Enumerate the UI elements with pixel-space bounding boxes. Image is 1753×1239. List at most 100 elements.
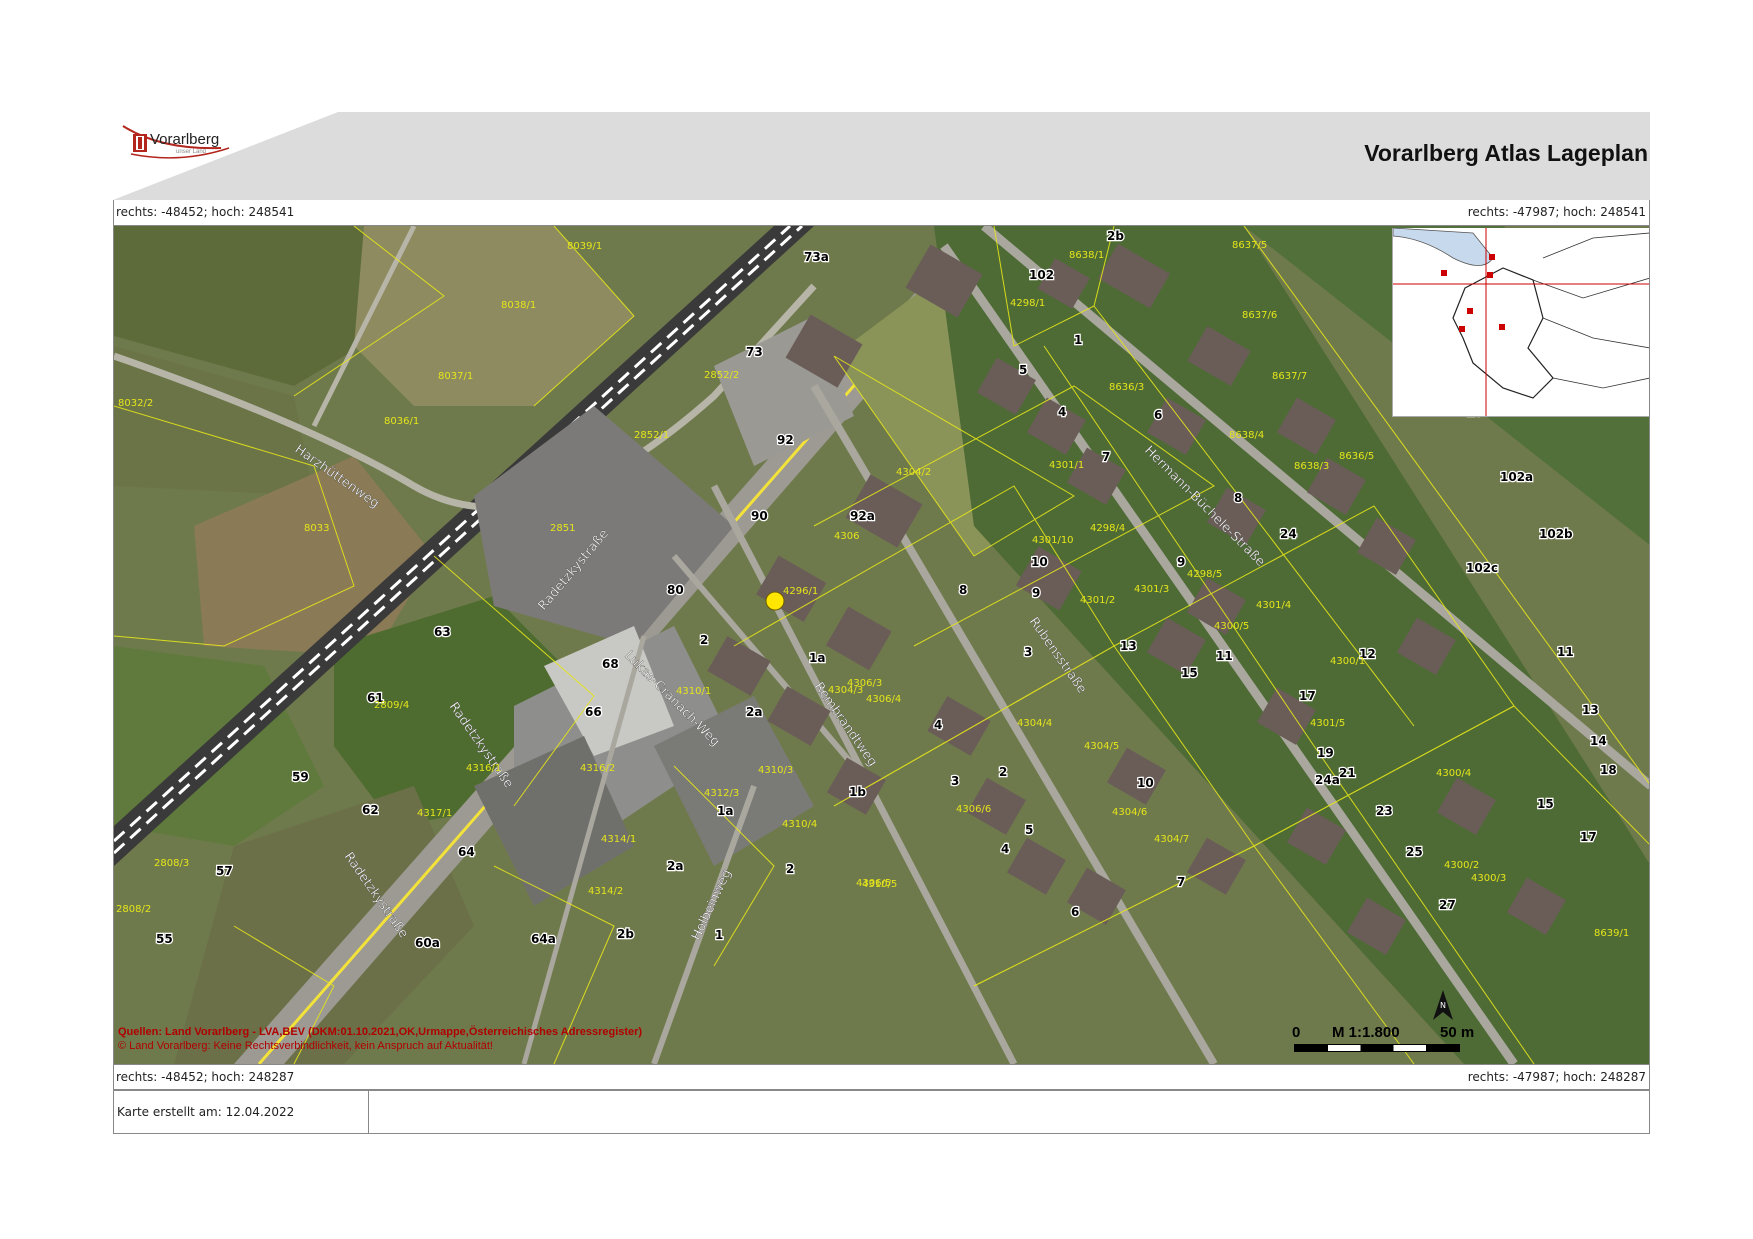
parcel-number: 4300/2 [1444,860,1479,871]
house-number: 3 [1024,645,1032,659]
sources-line-1: Quellen: Land Vorarlberg - LVA,BEV (DKM:… [118,1026,643,1038]
house-number: 24 [1280,527,1297,541]
parcel-number: 8038/1 [501,300,536,311]
parcel-number: 4316/1 [466,763,501,774]
house-number: 55 [156,932,173,946]
parcel-number: 4300/5 [1214,621,1249,632]
logo-subtext: unser Land [176,149,207,155]
parcel-number: 4301/1 [1049,460,1084,471]
parcel-number: 2809/4 [374,700,409,711]
parcel-number: 4301/5 [1310,718,1345,729]
house-number: 62 [362,803,379,817]
house-number: 18 [1600,763,1617,777]
parcel-number: 4301/3 [1134,584,1169,595]
parcel-number: 4304/7 [1154,834,1189,845]
parcel-number: 4306/5 [856,878,891,889]
scale-bar-graphic [1294,1044,1460,1052]
parcel-number: 8637/7 [1272,371,1307,382]
house-number: 6 [1154,408,1162,422]
map-view[interactable]: Harzhüttenweg Radetzkystraße Radetzkystr… [113,226,1650,1064]
house-number: 17 [1580,830,1597,844]
parcel-number: 4300/4 [1436,768,1471,779]
house-number: 66 [585,705,602,719]
house-number: 3 [951,774,959,788]
parcel-number: 4306/6 [956,804,991,815]
parcel-number: 4304/2 [896,467,931,478]
parcel-number: 4306/4 [866,694,901,705]
house-number: 2a [746,705,762,719]
house-number: 9 [1177,555,1185,569]
house-number: 5 [1025,823,1033,837]
parcel-number: 4296/1 [783,586,818,597]
house-number: 8 [959,583,967,597]
house-number: 60a [415,936,440,950]
coord-bottom-left: rechts: -48452; hoch: 248287 [116,1070,295,1084]
parcel-number: 4317/1 [417,808,452,819]
parcel-number: 4300/3 [1471,873,1506,884]
overview-map-inset[interactable] [1392,228,1649,417]
parcel-number: 4300/1 [1330,656,1365,667]
house-number: 11 [1216,649,1233,663]
parcel-number: 4312/3 [704,788,739,799]
house-number: 1a [809,651,825,665]
parcel-number: 8039/1 [567,241,602,252]
house-number: 10 [1137,776,1154,790]
parcel-number: 4298/4 [1090,523,1125,534]
parcel-number: 8636/5 [1339,451,1374,462]
house-number: 1b [849,785,866,799]
house-number: 2b [617,927,634,941]
parcel-number: 8636/3 [1109,382,1144,393]
parcel-number: 4310/1 [676,686,711,697]
parcel-number: 4306 [834,531,859,542]
house-number: 63 [434,625,451,639]
house-number: 19 [1317,746,1334,760]
house-number: 15 [1537,797,1554,811]
parcel-number: 4298/5 [1187,569,1222,580]
parcel-number: 2808/2 [116,904,151,915]
parcel-number: 4301/10 [1032,535,1074,546]
house-number: 21 [1339,766,1356,780]
top-coordinates-row: rechts: -48452; hoch: 248541 rechts: -47… [113,200,1650,226]
parcel-number: 2852/1 [634,430,669,441]
parcel-number: 8638/1 [1069,250,1104,261]
scale-bar: 0 M 1:1.800 50 m [1284,1024,1644,1060]
house-number: 2b [1107,229,1124,243]
location-marker[interactable] [765,591,785,611]
house-number: 7 [1177,875,1185,889]
house-number: 102a [1500,470,1533,484]
parcel-number: 4314/2 [588,886,623,897]
house-number: 73 [746,345,763,359]
house-number: 14 [1590,734,1607,748]
house-number: 102 [1029,268,1054,282]
svg-text:N: N [1440,1001,1446,1010]
parcel-number: 8638/3 [1294,461,1329,472]
footer-created-cell: Karte erstellt am: 12.04.2022 [114,1091,369,1133]
scale-start: 0 [1292,1024,1301,1041]
coord-top-right: rechts: -47987; hoch: 248541 [1467,205,1646,219]
coord-top-left: rechts: -48452; hoch: 248541 [116,205,295,219]
house-number: 92a [850,509,875,523]
house-number: 1a [717,804,733,818]
parcel-number: 4304/4 [1017,718,1052,729]
parcel-number: 8036/1 [384,416,419,427]
house-number: 59 [292,770,309,784]
parcel-number: 4304/6 [1112,807,1147,818]
house-number: 73a [804,250,829,264]
bottom-coordinates-row: rechts: -48452; hoch: 248287 rechts: -47… [113,1064,1650,1090]
parcel-number: 2851 [550,523,575,534]
parcel-number: 4301/2 [1080,595,1115,606]
house-number: 1 [715,928,723,942]
logo-text: Vorarlberg [150,131,220,148]
house-number: 7 [1102,450,1110,464]
scale-end: 50 m [1440,1024,1475,1041]
parcel-number: 8639/1 [1594,928,1629,939]
sources-line-2: © Land Vorarlberg: Keine Rechtsverbindli… [118,1040,493,1052]
parcel-number: 4304/5 [1084,741,1119,752]
house-number: 11 [1557,645,1574,659]
scale-label: M 1:1.800 [1332,1024,1400,1041]
house-number: 92 [777,433,794,447]
parcel-number: 8638/4 [1229,430,1264,441]
house-number: 1 [1074,333,1082,347]
house-number: 4 [1001,842,1009,856]
house-number: 90 [751,509,768,523]
